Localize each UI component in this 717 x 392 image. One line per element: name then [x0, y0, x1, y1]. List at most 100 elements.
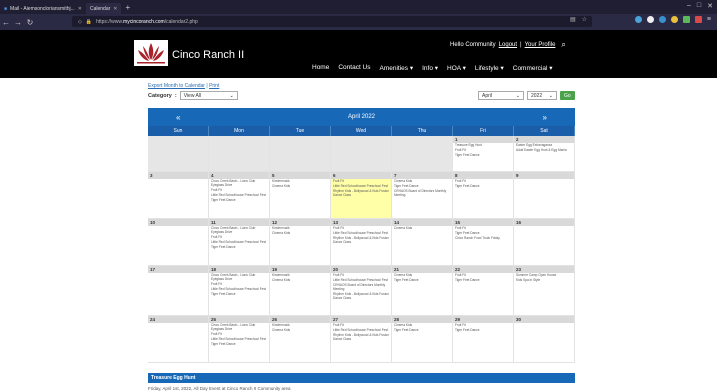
calendar-day[interactable]: 17	[148, 266, 209, 315]
calendar-day[interactable]: 25 Cinco Creek Basin - Lions Club Eyeglas…	[209, 316, 270, 362]
menu-hoa[interactable]: HOA ▾	[447, 64, 466, 72]
calendar-day[interactable]: 20 Fruit Fit Little Red Schoolhouse Presch…	[331, 266, 392, 315]
calendar-event[interactable]: Tiger Feet Dance	[392, 279, 452, 283]
calendar-event[interactable]: Rhythm Kids - Bollywood & Kids Fusion Da…	[331, 237, 391, 244]
extension-icon[interactable]	[694, 16, 702, 23]
menu-home[interactable]: Home	[312, 64, 329, 72]
back-icon[interactable]: ←	[0, 18, 12, 27]
maximize-icon[interactable]: □	[697, 2, 701, 10]
forward-icon[interactable]: →	[12, 18, 24, 27]
menu-commercial[interactable]: Commercial ▾	[513, 64, 553, 72]
calendar-day[interactable]: 9	[514, 172, 575, 218]
profile-link[interactable]: Your Profile	[525, 42, 556, 48]
calendar-event[interactable]: Cinema Kids	[392, 227, 452, 231]
go-button[interactable]: Go	[560, 91, 575, 100]
calendar-event[interactable]: Tiger Feet Dance	[392, 329, 452, 333]
extension-icon[interactable]	[682, 16, 690, 23]
calendar-day[interactable]: 15 Fruit Fit Tiger Feet Dance Cinco Ranch F…	[453, 219, 514, 265]
category-select[interactable]: View All ⌄	[179, 91, 238, 100]
calendar-day[interactable]: 24	[148, 316, 209, 362]
calendar-event[interactable]: Kids Spa in Style	[514, 279, 574, 283]
next-month-button[interactable]: »	[543, 113, 547, 122]
calendar-event[interactable]: Cinco Creek Basin - Lions Club Eyeglass …	[209, 274, 269, 281]
close-tab-icon[interactable]: ✕	[113, 6, 117, 12]
calendar-event[interactable]: Tiger Feet Dance	[453, 329, 513, 333]
calendar-day[interactable]	[331, 136, 392, 171]
event-title[interactable]: Treasure Egg Hunt	[148, 373, 575, 383]
calendar-day[interactable]: 21 Cinema Kids Tiger Feet Dance	[392, 266, 453, 315]
calendar-event[interactable]: Rhythm Kids - Bollywood & Kids Fusion Da…	[331, 190, 391, 197]
calendar-event[interactable]: Tiger Feet Dance	[209, 292, 269, 297]
calendar-event[interactable]: Tiger Feet Dance	[453, 185, 513, 189]
calendar-day[interactable]: 27 Fruit Fit Little Red Schoolhouse Presch…	[331, 316, 392, 362]
calendar-day[interactable]: 8 Fruit Fit Tiger Feet Dance	[453, 172, 514, 218]
calendar-day[interactable]: 13 Fruit Fit Little Red Schoolhouse Presch…	[331, 219, 392, 265]
calendar-day[interactable]: 11 Cinco Creek Basin - Lions Club Eyeglas…	[209, 219, 270, 265]
reader-icon[interactable]: ▤	[570, 16, 576, 23]
bookmark-star-icon[interactable]: ☆	[582, 16, 587, 23]
new-tab-button[interactable]: +	[125, 3, 130, 12]
calendar-event[interactable]: Little Red Schoolhouse Preschool Fest	[209, 193, 269, 198]
extension-icon[interactable]	[646, 16, 654, 23]
calendar-event[interactable]: Tiger Feet Dance	[209, 245, 269, 250]
calendar-event[interactable]: Little Red Schoolhouse Preschool Fest	[209, 240, 269, 245]
menu-info[interactable]: Info ▾	[422, 64, 438, 72]
calendar-day[interactable]: 12 Kindermusik Cinema Kids	[270, 219, 331, 265]
calendar-event[interactable]: Rhythm Kids - Bollywood & Kids Fusion Da…	[331, 334, 391, 341]
calendar-event[interactable]: Cinema Kids	[270, 279, 330, 283]
close-window-icon[interactable]: ✕	[707, 2, 713, 10]
calendar-event[interactable]: Rhythm Kids - Bollywood & Kids Fusion Da…	[331, 292, 391, 300]
calendar-day[interactable]: 23 Summer Camp Open House Kids Spa in Styl…	[514, 266, 575, 315]
site-logo[interactable]	[134, 40, 168, 66]
calendar-event[interactable]: Cinema Kids	[270, 185, 330, 189]
calendar-day[interactable]	[392, 136, 453, 171]
menu-icon[interactable]: ≡	[707, 16, 711, 23]
calendar-event[interactable]: Tiger Feet Dance	[453, 279, 513, 283]
menu-lifestyle[interactable]: Lifestyle ▾	[475, 64, 504, 72]
calendar-day[interactable]: 14 Cinema Kids	[392, 219, 453, 265]
calendar-day[interactable]: 19 Kindermusik Cinema Kids	[270, 266, 331, 315]
prev-month-button[interactable]: «	[176, 113, 180, 122]
calendar-day[interactable]: 22 Fruit Fit Tiger Feet Dance	[453, 266, 514, 315]
calendar-day[interactable]	[209, 136, 270, 171]
calendar-event[interactable]: Little Red Schoolhouse Preschool Fest	[209, 337, 269, 342]
calendar-event[interactable]: Cinco Creek Basin - Lions Club Eyeglass …	[209, 324, 269, 331]
calendar-day[interactable]: 7 Cinema Kids Tiger Feet Dance CRHAOS Board…	[392, 172, 453, 218]
calendar-event[interactable]: Tiger Feet Dance	[209, 198, 269, 203]
extension-icon[interactable]	[658, 16, 666, 23]
extension-icon[interactable]	[670, 16, 678, 23]
menu-contact[interactable]: Contact Us	[338, 64, 370, 72]
calendar-event[interactable]: Cinema Kids	[270, 329, 330, 333]
minimize-icon[interactable]: –	[687, 2, 691, 10]
calendar-day[interactable]: 3	[148, 172, 209, 218]
calendar-day[interactable]: 6 Fruit Fit Little Red Schoolhouse Prescho…	[331, 172, 392, 218]
close-tab-icon[interactable]: ✕	[78, 6, 82, 12]
calendar-event[interactable]: Little Red Schoolhouse Preschool Fest	[209, 287, 269, 292]
calendar-event[interactable]: Tiger Feet Dance	[209, 342, 269, 347]
calendar-day[interactable]: 29 Fruit Fit Tiger Feet Dance	[453, 316, 514, 362]
calendar-event[interactable]: CRHAOS Board of Directors Monthly Meetin…	[392, 190, 452, 197]
year-select[interactable]: 2022 ⌄	[527, 91, 557, 100]
calendar-event[interactable]: Cinco Creek Basin - Lions Club Eyeglass …	[209, 180, 269, 187]
search-icon[interactable]: ⌕	[561, 40, 565, 50]
address-bar[interactable]: ◇ 🔒 https://www.mycincoranch.com/calenda…	[72, 16, 592, 27]
calendar-event[interactable]: Adult Easter Egg Hunt & Egg Mania	[514, 149, 574, 153]
calendar-day[interactable]	[270, 136, 331, 171]
calendar-day[interactable]: 2 Easter Egg Extravaganza Adult Easter Egg…	[514, 136, 575, 171]
calendar-day[interactable]: 16	[514, 219, 575, 265]
calendar-day[interactable]: 5 Kindermusik Cinema Kids	[270, 172, 331, 218]
tab-calendar[interactable]: Calendar ✕	[85, 3, 122, 14]
calendar-event[interactable]: Cinco Ranch Food Truck Friday	[453, 237, 513, 241]
menu-amenities[interactable]: Amenities ▾	[380, 64, 414, 72]
calendar-day[interactable]: 30	[514, 316, 575, 362]
tab-mail[interactable]: ■ Mail - Aiemsoncloriansmithj... ✕	[0, 3, 86, 14]
export-link[interactable]: Export Month to Calendar	[148, 83, 205, 89]
calendar-day[interactable]	[148, 136, 209, 171]
calendar-day[interactable]: 1 Treasure Egg Hunt Fruit Fit Tiger Feet Da…	[453, 136, 514, 171]
calendar-event[interactable]: Cinema Kids	[270, 232, 330, 236]
reload-icon[interactable]: ↻	[24, 18, 36, 27]
calendar-day[interactable]: 26 Kindermusik Cinema Kids	[270, 316, 331, 362]
logout-link[interactable]: Logout	[499, 42, 517, 48]
calendar-day[interactable]: 28 Cinema Kids Tiger Feet Dance	[392, 316, 453, 362]
extension-icon[interactable]	[634, 16, 642, 23]
